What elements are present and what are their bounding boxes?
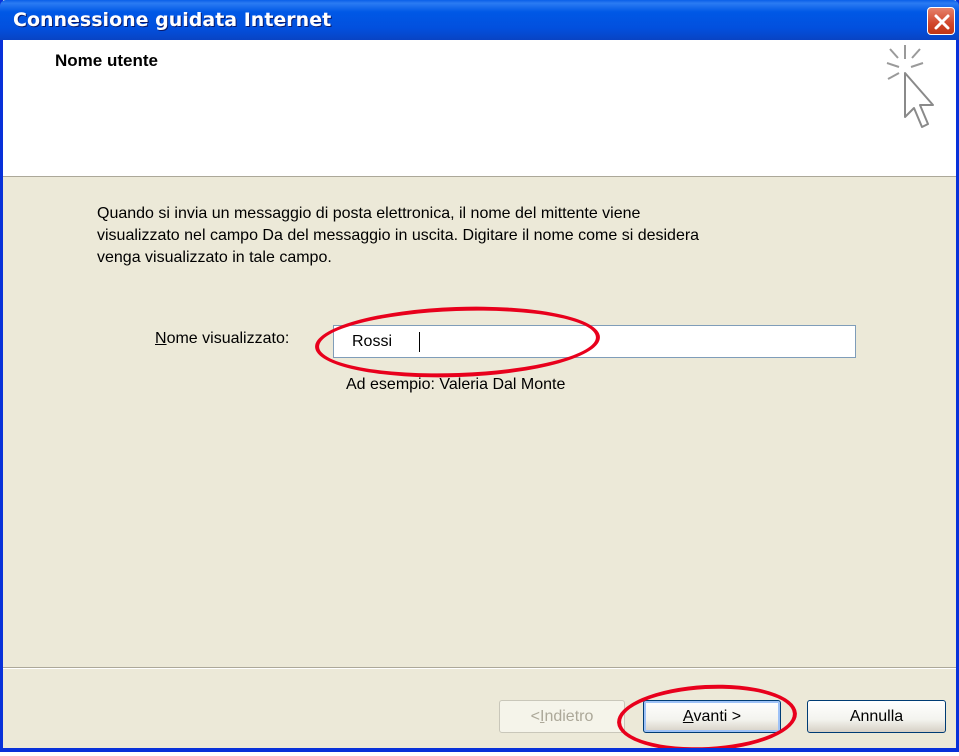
cancel-button[interactable]: Annulla	[807, 700, 946, 733]
display-name-label: Nome visualizzato:	[155, 330, 289, 348]
example-hint: Ad esempio: Valeria Dal Monte	[346, 376, 566, 393]
window-bottom-border	[0, 748, 959, 752]
back-button[interactable]: < Indietro	[499, 700, 625, 733]
wizard-window: Connessione guidata Internet Nome utente…	[0, 0, 959, 752]
next-mnemonic: A	[682, 707, 694, 725]
display-name-input[interactable]	[333, 325, 856, 358]
window-title: Connessione guidata Internet	[13, 9, 332, 31]
cursor-sparkle-icon	[886, 45, 934, 128]
next-button[interactable]: Avanti >	[643, 700, 781, 733]
cancel-label: Annulla	[849, 707, 904, 725]
label-text: ome visualizzato:	[166, 330, 290, 347]
text-caret	[419, 332, 420, 352]
footer-divider	[3, 667, 956, 669]
title-bar[interactable]: Connessione guidata Internet	[0, 0, 959, 40]
back-label: ndietro	[544, 707, 594, 725]
instructions-text: Quando si invia un messaggio di posta el…	[97, 205, 700, 266]
next-label: vanti >	[693, 707, 742, 725]
close-icon	[934, 14, 950, 30]
label-mnemonic: N	[155, 330, 167, 347]
page-title: Nome utente	[55, 51, 158, 70]
close-button[interactable]	[927, 7, 955, 35]
back-prefix: <	[530, 707, 540, 725]
